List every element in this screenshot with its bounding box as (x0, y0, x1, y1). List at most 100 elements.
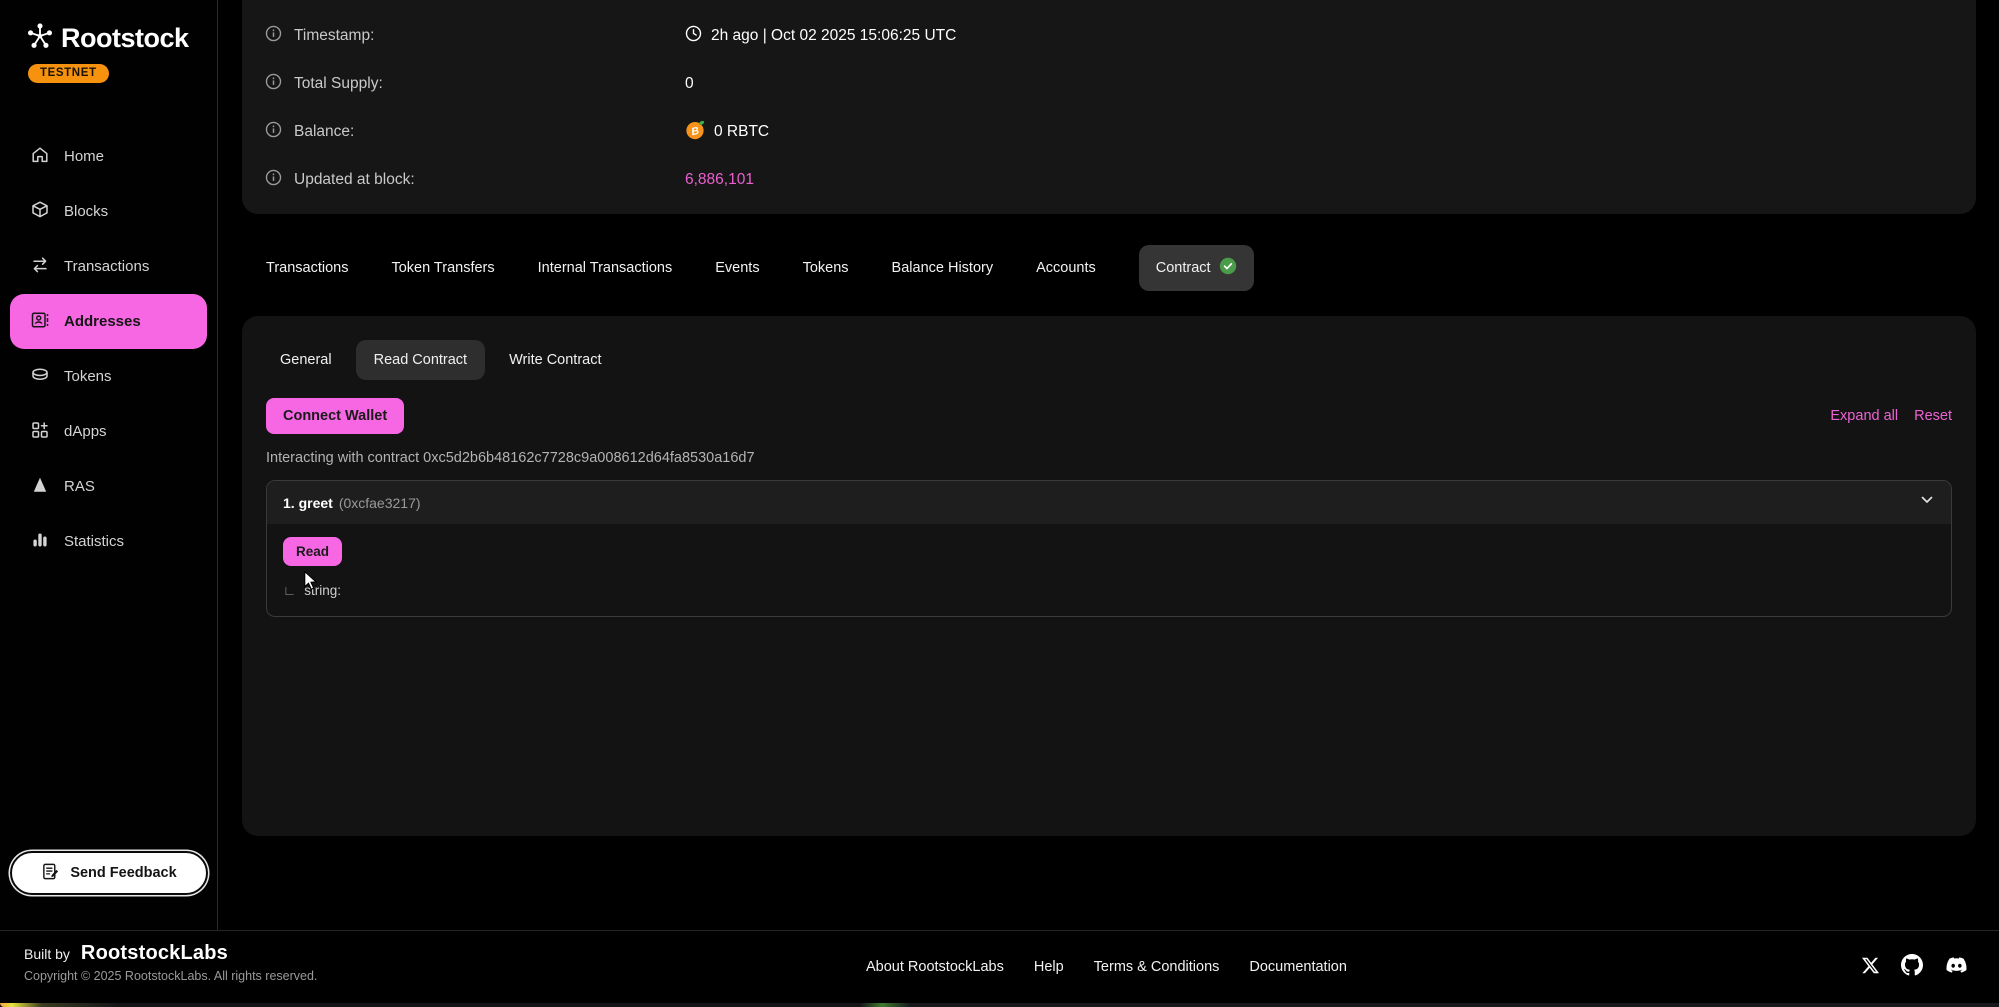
sidebar-item-label: Transactions (64, 258, 149, 275)
built-by-label: Built by (24, 946, 70, 962)
connect-wallet-button[interactable]: Connect Wallet (266, 398, 404, 434)
sidebar-item-label: Statistics (64, 533, 124, 550)
tab-balance-history[interactable]: Balance History (892, 260, 994, 276)
feedback-label: Send Feedback (70, 865, 176, 881)
interacting-with-contract-text: Interacting with contract 0xc5d2b6b48162… (266, 450, 1952, 466)
balance-value: 0 RBTC (714, 123, 769, 141)
output-branch-glyph: ∟ (283, 583, 296, 598)
contract-subtabs: General Read Contract Write Contract (266, 340, 1952, 380)
clock-icon (685, 25, 702, 47)
subtab-general[interactable]: General (266, 340, 346, 380)
info-label-text: Updated at block: (294, 171, 415, 189)
sidebar-item-blocks[interactable]: Blocks (0, 184, 217, 239)
info-label-text: Balance: (294, 123, 354, 141)
x-icon (1861, 956, 1880, 975)
tokens-icon (30, 365, 50, 389)
sidebar-item-label: Home (64, 148, 104, 165)
logo-block[interactable]: Rootstock TESTNET (0, 0, 217, 83)
info-row-updated-block: Updated at block: 6,886,101 (242, 158, 1976, 202)
github-social-link[interactable] (1901, 954, 1923, 976)
expand-all-link[interactable]: Expand all (1830, 408, 1898, 424)
contract-panel: General Read Contract Write Contract Con… (242, 316, 1976, 836)
accordion-controls: Expand all Reset (1830, 408, 1952, 424)
sidebar-item-label: Blocks (64, 203, 108, 220)
footer-link-terms[interactable]: Terms & Conditions (1094, 959, 1220, 975)
sidebar-item-label: Addresses (64, 313, 141, 330)
info-icon (265, 73, 282, 95)
tab-accounts[interactable]: Accounts (1036, 260, 1096, 276)
sidebar-item-label: dApps (64, 423, 107, 440)
tab-internal-transactions[interactable]: Internal Transactions (538, 260, 673, 276)
tab-contract-label: Contract (1156, 260, 1211, 276)
method-name: 1. greet (283, 495, 333, 511)
sidebar-item-statistics[interactable]: Statistics (0, 514, 217, 569)
method-selector: (0xcfae3217) (339, 495, 421, 511)
brand-name: Rootstock (61, 23, 189, 54)
info-row-balance: Balance: B 0 RBTC (242, 110, 1976, 154)
ras-icon (30, 475, 50, 499)
info-label-text: Total Supply: (294, 75, 383, 93)
footer: Built by RootstockLabs Copyright © 2025 … (0, 930, 1999, 1007)
sidebar-item-label: RAS (64, 478, 95, 495)
sidebar: Rootstock TESTNET Home Blocks (0, 0, 218, 1007)
info-label-text: Timestamp: (294, 27, 374, 45)
info-icon (265, 169, 282, 191)
sidebar-nav: Home Blocks Transactions Addresses (0, 129, 217, 569)
info-row-timestamp: Timestamp: 2h ago | Oct 02 2025 15:06:25… (242, 14, 1976, 58)
rbtc-icon: B (685, 120, 705, 145)
reset-link[interactable]: Reset (1914, 408, 1952, 424)
address-info-card: Timestamp: 2h ago | Oct 02 2025 15:06:25… (242, 0, 1976, 214)
footer-gradient-bar (0, 1003, 1999, 1007)
method-output-line: ∟ string: (283, 583, 1935, 598)
footer-brand-block: Built by RootstockLabs Copyright © 2025 … (24, 942, 317, 983)
discord-icon (1944, 955, 1969, 975)
footer-link-help[interactable]: Help (1034, 959, 1064, 975)
sidebar-item-ras[interactable]: RAS (0, 459, 217, 514)
footer-link-about[interactable]: About RootstockLabs (866, 959, 1004, 975)
info-row-total-supply: Total Supply: 0 (242, 62, 1976, 106)
method-accordion-header[interactable]: 1. greet (0xcfae3217) (267, 481, 1951, 524)
tab-contract[interactable]: Contract (1139, 245, 1254, 291)
method-accordion: 1. greet (0xcfae3217) Read ∟ string: (266, 480, 1952, 617)
method-accordion-body: Read ∟ string: (267, 524, 1951, 616)
timestamp-value: 2h ago | Oct 02 2025 15:06:25 UTC (711, 27, 956, 45)
send-feedback-button[interactable]: Send Feedback (10, 851, 208, 895)
sidebar-item-home[interactable]: Home (0, 129, 217, 184)
contract-controls-row: Connect Wallet Expand all Reset (266, 398, 1952, 434)
mouse-cursor-icon (302, 571, 320, 596)
subtab-write-contract[interactable]: Write Contract (495, 340, 615, 380)
subtab-read-contract[interactable]: Read Contract (356, 340, 486, 380)
footer-links: About RootstockLabs Help Terms & Conditi… (866, 959, 1347, 975)
page: Rootstock TESTNET Home Blocks (0, 0, 1999, 1007)
footer-brand-name[interactable]: RootstockLabs (81, 942, 228, 965)
read-button[interactable]: Read (283, 537, 342, 566)
transactions-icon (30, 255, 50, 279)
chevron-down-icon (1919, 492, 1935, 513)
footer-link-documentation[interactable]: Documentation (1249, 959, 1347, 975)
sidebar-item-addresses[interactable]: Addresses (10, 294, 207, 349)
footer-social (1861, 954, 1969, 976)
dapps-icon (30, 420, 50, 444)
tab-tokens[interactable]: Tokens (803, 260, 849, 276)
copyright-text: Copyright © 2025 RootstockLabs. All righ… (24, 969, 317, 983)
feedback-note-icon (41, 862, 60, 885)
info-icon (265, 121, 282, 143)
total-supply-value: 0 (685, 75, 694, 93)
tab-events[interactable]: Events (715, 260, 759, 276)
rootstock-logo-icon (26, 22, 54, 55)
sidebar-item-tokens[interactable]: Tokens (0, 349, 217, 404)
block-number-link[interactable]: 6,886,101 (685, 171, 754, 189)
discord-social-link[interactable] (1944, 955, 1969, 975)
sidebar-item-label: Tokens (64, 368, 112, 385)
testnet-badge: TESTNET (28, 64, 109, 83)
x-social-link[interactable] (1861, 956, 1880, 975)
statistics-icon (30, 530, 50, 554)
github-icon (1901, 954, 1923, 976)
addresses-icon (30, 310, 50, 334)
tab-token-transfers[interactable]: Token Transfers (391, 260, 494, 276)
sidebar-item-transactions[interactable]: Transactions (0, 239, 217, 294)
home-icon (30, 145, 50, 169)
sidebar-item-dapps[interactable]: dApps (0, 404, 217, 459)
verified-check-icon (1219, 257, 1237, 279)
tab-transactions[interactable]: Transactions (266, 260, 348, 276)
